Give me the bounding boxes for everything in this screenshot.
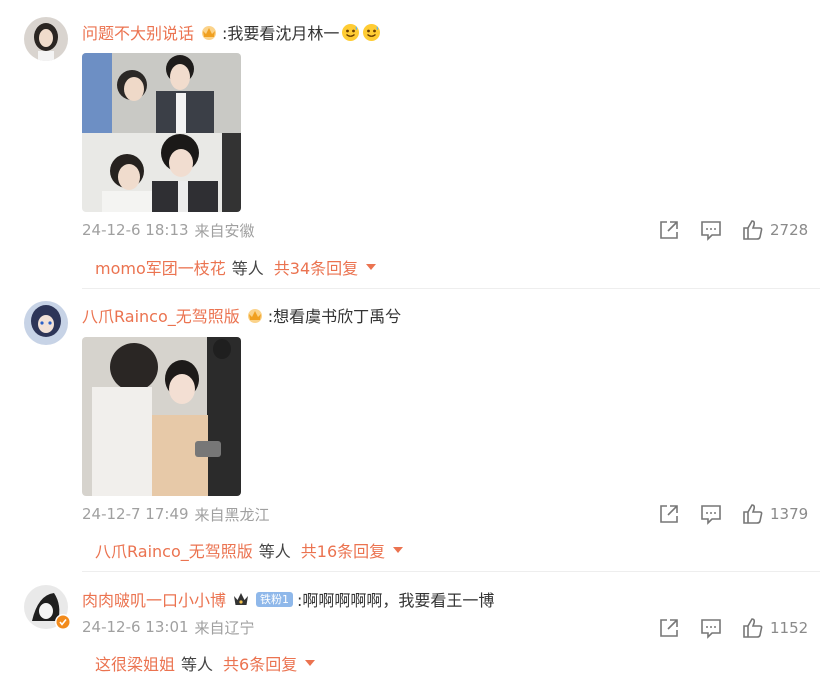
thumbs-up-icon[interactable] xyxy=(742,503,764,525)
reply-count[interactable]: 共16条回复 xyxy=(301,538,385,562)
comment-actions: 1379 xyxy=(658,503,818,525)
crown-icon xyxy=(232,590,250,608)
comment-text: :我要看沈月林一 xyxy=(222,24,340,43)
share-icon[interactable] xyxy=(658,503,680,525)
timestamp: 24-12-6 18:13 xyxy=(82,221,189,239)
comment-actions: 2728 xyxy=(658,219,818,241)
divider xyxy=(82,571,820,572)
reply-others-label: 等人 xyxy=(231,259,264,278)
username[interactable]: 问题不大别说话 xyxy=(82,20,194,44)
reply-username[interactable]: momo军团一枝花 xyxy=(95,255,226,279)
comment-actions: 1152 xyxy=(658,617,818,639)
chevron-down-icon[interactable] xyxy=(366,264,377,270)
username[interactable]: 肉肉啵叽一口小小博 xyxy=(82,587,226,611)
reply-summary[interactable]: 这很梁姐姐 等人 共6条回复 xyxy=(95,651,316,675)
like-count: 2728 xyxy=(770,221,809,239)
comment-meta: 24-12-6 18:13 来自安徽 xyxy=(82,219,255,241)
reply-summary[interactable]: 八爪Rainco_无驾照版 等人 共16条回复 xyxy=(95,538,404,562)
comment-text: :啊啊啊啊啊，我要看王一博 xyxy=(297,591,495,610)
thumbs-up-icon[interactable] xyxy=(742,219,764,241)
thumbs-up-icon[interactable] xyxy=(742,617,764,639)
reply-count[interactable]: 共34条回复 xyxy=(274,255,358,279)
verified-badge xyxy=(55,614,71,630)
divider xyxy=(82,288,820,289)
crown-icon xyxy=(200,23,218,41)
timestamp: 24-12-7 17:49 xyxy=(82,505,189,523)
reply-others-label: 等人 xyxy=(181,655,214,674)
comment-image[interactable] xyxy=(82,53,241,212)
comment-header: 肉肉啵叽一口小小博 铁粉1 :啊啊啊啊啊，我要看王一博 xyxy=(82,586,494,612)
comment-icon[interactable] xyxy=(700,503,722,525)
smile-sweat-emoji-icon xyxy=(341,23,360,42)
avatar[interactable] xyxy=(24,17,68,61)
reply-summary[interactable]: momo军团一枝花 等人 共34条回复 xyxy=(95,255,377,279)
comment-header: 问题不大别说话 :我要看沈月林一 xyxy=(82,19,381,45)
chevron-down-icon[interactable] xyxy=(393,547,404,553)
comment-text: :想看虞书欣丁禹兮 xyxy=(267,307,402,326)
comment-meta: 24-12-7 17:49 来自黑龙江 xyxy=(82,503,270,525)
share-icon[interactable] xyxy=(658,219,680,241)
location: 来自安徽 xyxy=(194,221,255,240)
chevron-down-icon[interactable] xyxy=(305,660,316,666)
like-count: 1379 xyxy=(770,505,809,523)
reply-count[interactable]: 共6条回复 xyxy=(223,651,297,675)
smile-sweat-emoji-icon xyxy=(362,23,381,42)
comment-icon[interactable] xyxy=(700,219,722,241)
timestamp: 24-12-6 13:01 xyxy=(82,618,189,636)
location: 来自黑龙江 xyxy=(194,505,270,524)
comment-meta: 24-12-6 13:01 来自辽宁 xyxy=(82,616,255,638)
reply-username[interactable]: 这很梁姐姐 xyxy=(95,651,175,675)
location: 来自辽宁 xyxy=(194,618,255,637)
crown-icon xyxy=(246,306,264,324)
share-icon[interactable] xyxy=(658,617,680,639)
comment-header: 八爪Rainco_无驾照版 :想看虞书欣丁禹兮 xyxy=(82,302,401,328)
username[interactable]: 八爪Rainco_无驾照版 xyxy=(82,303,240,327)
reply-others-label: 等人 xyxy=(258,542,291,561)
like-count: 1152 xyxy=(770,619,809,637)
comment-icon[interactable] xyxy=(700,617,722,639)
reply-username[interactable]: 八爪Rainco_无驾照版 xyxy=(95,538,253,562)
comment-image[interactable] xyxy=(82,337,241,496)
fan-level-badge: 铁粉1 xyxy=(256,591,294,607)
avatar[interactable] xyxy=(24,301,68,345)
